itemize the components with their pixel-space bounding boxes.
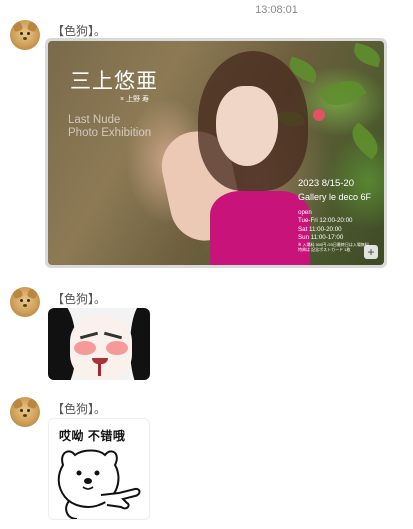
poster-figure-face <box>216 86 278 166</box>
message-timestamp: 13:08:01 <box>255 4 298 16</box>
sender-name[interactable]: 【色狗】。 <box>52 400 106 417</box>
avatar-eye <box>20 299 23 302</box>
avatar-nose <box>23 414 27 417</box>
avatar-ear <box>26 20 39 33</box>
poster-hours-line: Tue-Fri 12:00-20:00 <box>298 217 353 225</box>
sticker-hair <box>130 308 150 380</box>
avatar-eye <box>20 32 23 35</box>
avatar-eye <box>27 409 30 412</box>
sticker-blush <box>106 341 128 355</box>
sender-name[interactable]: 【色狗】。 <box>52 22 106 39</box>
poster-note-line: 特典は 記念ポストカード 1枚 <box>298 247 351 252</box>
exhibition-poster-image: 三上悠亜 × 上野 寿 Last Nude Photo Exhibition 2… <box>48 41 384 265</box>
poster-date: 2023 8/15-20 <box>298 178 354 189</box>
poster-subtitle: × 上野 寿 <box>120 96 149 103</box>
avatar-ear <box>11 397 24 410</box>
poster-english-title: Last Nude Photo Exhibition <box>68 114 151 140</box>
avatar-nose <box>23 37 27 40</box>
avatar-nose <box>23 304 27 307</box>
poster-english-line: Last Nude <box>68 114 121 126</box>
poster-title: 三上悠亜 <box>70 69 158 93</box>
poster-hours-line: open <box>298 209 312 216</box>
leaf-decoration <box>345 122 384 160</box>
image-message[interactable]: 三上悠亜 × 上野 寿 Last Nude Photo Exhibition 2… <box>45 38 387 268</box>
avatar-eye <box>27 299 30 302</box>
sticker-drip <box>98 364 101 376</box>
avatar[interactable] <box>10 20 40 50</box>
avatar-ear <box>26 287 39 300</box>
bear-pointing-icon <box>57 449 141 519</box>
sticker-blush <box>74 341 96 355</box>
poster-english-line: Photo Exhibition <box>68 127 152 139</box>
poster-hours-line: Sat 11:00-20:00 <box>298 225 342 233</box>
avatar[interactable] <box>10 397 40 427</box>
flower-decoration <box>313 109 325 121</box>
plus-icon[interactable]: + <box>364 245 378 259</box>
leaf-decoration <box>351 42 383 68</box>
poster-figure-dress <box>210 191 310 265</box>
avatar[interactable] <box>10 287 40 317</box>
poster-notes: ※ 入場料 500円 /20日最終日は入場無料 特典は 記念ポストカード 1枚 <box>298 242 369 252</box>
sticker-caption: 哎呦 不错哦 <box>59 429 126 443</box>
avatar-ear <box>26 397 39 410</box>
avatar-ear <box>11 20 24 33</box>
poster-venue: Gallery le deco 6F <box>298 192 372 202</box>
avatar-eye <box>27 32 30 35</box>
avatar-ear <box>11 287 24 300</box>
avatar-eye <box>20 409 23 412</box>
sticker-blushing-face[interactable] <box>48 308 150 380</box>
sticker-bear-pointing[interactable]: 哎呦 不错哦 <box>48 418 150 520</box>
sender-name[interactable]: 【色狗】。 <box>52 290 106 307</box>
poster-hours: open Tue-Fri 12:00-20:00 Sat 11:00-20:00… <box>298 209 352 243</box>
leaf-decoration <box>319 72 367 114</box>
